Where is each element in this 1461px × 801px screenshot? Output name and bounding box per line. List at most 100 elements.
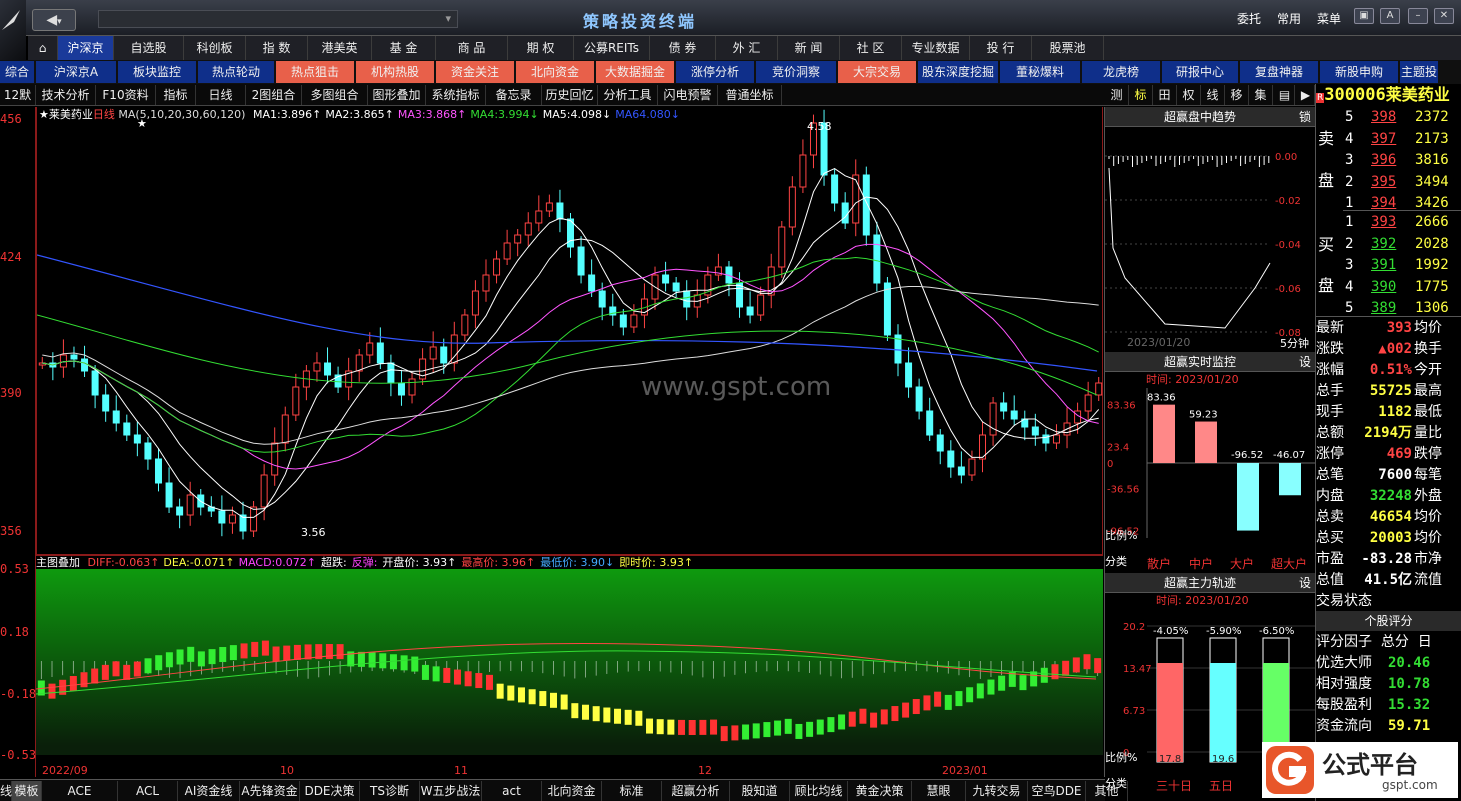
nav-item[interactable]: 科创板 xyxy=(184,36,246,60)
feature-item[interactable]: 复盘神器 xyxy=(1240,61,1318,83)
monitor-settings-button[interactable]: 设 xyxy=(1295,352,1315,372)
order-row[interactable]: 1 393 2666 xyxy=(1345,212,1461,233)
nav-item[interactable]: 指 数 xyxy=(246,36,308,60)
order-row[interactable]: 2 392 2028 xyxy=(1345,234,1461,255)
indicator-tab[interactable]: W五步战法 xyxy=(420,781,482,801)
toolbar-item[interactable]: 技术分析 xyxy=(36,85,96,105)
feature-item[interactable]: 资金关注 xyxy=(436,61,514,83)
toolbar-item[interactable]: 日线 xyxy=(196,85,246,105)
nav-item[interactable]: 专业数据 xyxy=(902,36,970,60)
kline-chart[interactable]: ★莱美药业日线 MA(5,10,20,30,60,120) MA1:3.896↑… xyxy=(36,107,1103,555)
toolbar-item[interactable]: 备忘录 xyxy=(486,85,542,105)
toolbar-item[interactable]: 2图组合 xyxy=(246,85,302,105)
nav-item[interactable]: 自选股 xyxy=(114,36,184,60)
nav-item[interactable]: 港美英 xyxy=(308,36,372,60)
nav-item[interactable]: 商 品 xyxy=(436,36,508,60)
feature-item[interactable]: 沪深京A xyxy=(36,61,116,83)
feature-item[interactable]: 机构热股 xyxy=(356,61,434,83)
indicator-tab[interactable]: TS诊断 xyxy=(360,781,420,801)
nav-item[interactable]: 社 区 xyxy=(840,36,902,60)
lock-button[interactable]: 锁 xyxy=(1295,107,1315,127)
feature-item[interactable]: 竞价洞察 xyxy=(756,61,836,83)
nav-item[interactable]: 股票池 xyxy=(1032,36,1104,60)
play-icon[interactable]: ▶ xyxy=(1297,85,1315,105)
feature-item[interactable]: 热点轮动 xyxy=(198,61,274,83)
order-row[interactable]: 4 397 2173 xyxy=(1345,129,1461,150)
nav-item[interactable]: 新 闻 xyxy=(778,36,840,60)
feature-item[interactable]: 涨停分析 xyxy=(676,61,754,83)
indicator-tab[interactable]: ACE xyxy=(42,781,118,801)
indicator-tab[interactable]: ACL xyxy=(118,781,178,801)
nav-item[interactable]: 基 金 xyxy=(372,36,436,60)
indicator-tab[interactable]: AI资金线 xyxy=(178,781,240,801)
mode-button[interactable]: 移 xyxy=(1225,85,1249,105)
feature-item[interactable]: 综合屏 xyxy=(0,61,34,101)
nav-item[interactable]: 外 汇 xyxy=(716,36,778,60)
feature-item[interactable]: 新股申购 xyxy=(1320,61,1398,83)
mode-button[interactable]: 集 xyxy=(1249,85,1273,105)
back-button[interactable]: ◀▾ xyxy=(32,9,76,31)
feature-item[interactable]: 板块监控 xyxy=(118,61,196,83)
indicator-tab[interactable]: 空鸟DDE xyxy=(1028,781,1086,801)
mode-button[interactable]: 田 xyxy=(1153,85,1177,105)
indicator-tab[interactable]: 股知道 xyxy=(730,781,790,801)
toolbar-item[interactable]: 普通坐标 xyxy=(718,85,782,105)
feature-item[interactable]: 北向资金 xyxy=(516,61,594,83)
toolbar-item[interactable]: 分析工具 xyxy=(598,85,658,105)
toolbar-item[interactable]: F10资料 xyxy=(96,85,156,105)
toolbar-item[interactable]: 12默认 xyxy=(0,85,36,122)
nav-item[interactable]: 公募REITs xyxy=(574,36,650,60)
indicator-tab[interactable]: 慧眼 xyxy=(912,781,966,801)
address-bar[interactable]: ▾ xyxy=(98,10,458,28)
minimize-button[interactable]: – xyxy=(1408,8,1428,24)
track-settings-button[interactable]: 设 xyxy=(1295,573,1315,593)
feature-item[interactable]: 董秘爆料 xyxy=(1000,61,1080,83)
indicator-tab[interactable]: 黄金决策 xyxy=(848,781,912,801)
feature-item[interactable]: 热点狙击 xyxy=(276,61,354,83)
common-menu[interactable]: 常用 xyxy=(1277,10,1301,28)
indicator-tab[interactable]: DDE决策 xyxy=(300,781,360,801)
nav-item[interactable]: 投 行 xyxy=(970,36,1032,60)
feature-item[interactable]: 龙虎榜 xyxy=(1082,61,1160,83)
indicator-tab[interactable]: A先锋资金 xyxy=(240,781,300,801)
toolbar-item[interactable]: 多图组合 xyxy=(302,85,368,105)
indicator-tab[interactable]: 线 xyxy=(0,781,12,801)
entrust-menu[interactable]: 委托 xyxy=(1237,10,1261,28)
indicator-tab[interactable]: 顾比均线 xyxy=(790,781,848,801)
close-button[interactable]: ✕ xyxy=(1434,8,1454,24)
order-row[interactable]: 2 395 3494 xyxy=(1345,172,1461,193)
feature-item[interactable]: 主题投 xyxy=(1400,61,1438,83)
order-row[interactable]: 3 396 3816 xyxy=(1345,150,1461,171)
toolbar-item[interactable]: 系统指标 xyxy=(426,85,486,105)
order-row[interactable]: 5 398 2372 xyxy=(1345,107,1461,128)
feature-item[interactable]: 大宗交易 xyxy=(838,61,916,83)
macd-chart[interactable] xyxy=(36,569,1103,755)
font-size-button[interactable]: A xyxy=(1380,8,1400,24)
mode-button[interactable]: 权 xyxy=(1177,85,1201,105)
nav-item[interactable]: 沪深京 xyxy=(58,36,114,60)
order-row[interactable]: 3 391 1992 xyxy=(1345,255,1461,276)
indicator-tab[interactable]: 模板 xyxy=(12,781,42,801)
feature-item[interactable]: 股东深度挖掘 xyxy=(918,61,998,83)
feature-item[interactable]: 研报中心 xyxy=(1162,61,1238,83)
indicator-tab[interactable]: 九转交易 xyxy=(966,781,1028,801)
mode-button[interactable]: 测 xyxy=(1105,85,1129,105)
indicator-tab[interactable]: 标准 xyxy=(602,781,662,801)
indicator-tab[interactable]: act xyxy=(482,781,542,801)
indicator-tab[interactable]: 超赢分析 xyxy=(662,781,730,801)
nav-item[interactable]: 期 权 xyxy=(508,36,574,60)
mode-button[interactable]: 标 xyxy=(1129,85,1153,105)
toolbar-item[interactable]: 历史回忆 xyxy=(542,85,598,105)
toolbar-item[interactable]: 图形叠加 xyxy=(368,85,426,105)
feature-item[interactable]: 大数据掘金 xyxy=(596,61,674,83)
mode-button[interactable]: 线 xyxy=(1201,85,1225,105)
main-menu[interactable]: 菜单 xyxy=(1317,10,1341,28)
toolbar-item[interactable]: 闪电预警 xyxy=(658,85,718,105)
window-icon-button[interactable]: ▣ xyxy=(1354,8,1374,24)
indicator-tab[interactable]: 北向资金 xyxy=(542,781,602,801)
order-row[interactable]: 4 390 1775 xyxy=(1345,277,1461,298)
toolbar-item[interactable]: 指标 xyxy=(156,85,196,105)
nav-item[interactable]: 债 券 xyxy=(650,36,716,60)
home-button[interactable]: ⌂ xyxy=(28,36,58,60)
layout-icon[interactable]: ▤ xyxy=(1275,85,1295,105)
